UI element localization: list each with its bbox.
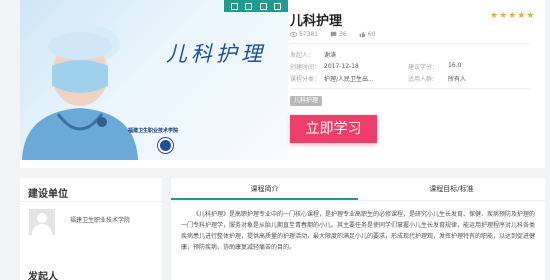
tab-course-goals[interactable]: 课程目标/标准 [358, 178, 545, 200]
meta-row-publisher: 发起人： 谢涛 [290, 50, 337, 59]
eye-icon [290, 32, 297, 37]
toolbar-icon[interactable] [259, 2, 267, 10]
star-icon: ★ [517, 11, 526, 21]
cover-school: 福建卫生职业技术学院 [128, 128, 179, 134]
likes-stat[interactable]: 60 [359, 31, 375, 38]
course-intro-text: 《儿科护理》是高职护理专业中的一门核心课程，是护理专业高职生的必修课程，是研究小… [181, 211, 536, 251]
star-icon: ★ [526, 11, 535, 21]
course-detail-panel: 课程简介 课程目标/标准 《儿科护理》是高职护理专业中的一门核心课程，是护理专业… [171, 178, 545, 280]
meta-row-created: 创建时间： 2017-12-18 建议学分： 16.0 [290, 61, 462, 71]
meta-row-category: 课程分类： 护理/人民卫生出... 适用人群： 所有人 [290, 74, 467, 83]
category-link[interactable]: 护理/人民卫生出... [324, 74, 374, 83]
avatar [29, 209, 55, 235]
star-icon: ★ [508, 11, 517, 21]
course-title: 儿科护理 [290, 14, 343, 29]
views-stat: 57381 [290, 31, 318, 38]
study-now-button[interactable]: 立即学习 [290, 115, 377, 143]
doctor-illustration [22, 24, 138, 160]
divider [290, 88, 530, 89]
unit-name[interactable]: 福建卫生职业技术学院 [70, 215, 130, 224]
course-tag[interactable]: 儿科护理 [290, 96, 323, 106]
cover-title: 儿科护理 [166, 42, 266, 66]
toolbar-icon[interactable] [274, 2, 282, 10]
toolbar-icon[interactable] [245, 2, 253, 10]
course-meta: 发起人： 谢涛 创建时间： 2017-12-18 建议学分： 16.0 课程分类… [290, 48, 530, 84]
tab-bar: 课程简介 课程目标/标准 [171, 178, 545, 201]
unit-row[interactable]: 福建卫生职业技术学院 [20, 202, 162, 235]
star-icon: ★ [490, 11, 499, 21]
course-stats: 57381 36 60 [290, 31, 375, 38]
publisher-panel-title: 发起人 [28, 272, 58, 280]
course-cover[interactable]: 儿科护理 福建卫生职业技术学院 [20, 0, 288, 160]
cover-toolbar [224, 0, 288, 12]
comments-stat: 36 [330, 31, 347, 38]
school-logo [158, 138, 173, 153]
star-icon: ★ [499, 11, 508, 21]
rating-stars: ★ ★ ★ ★ ★ [490, 12, 534, 21]
thumb-up-icon [359, 31, 366, 38]
tab-course-intro[interactable]: 课程简介 [171, 178, 358, 200]
divider [290, 43, 530, 44]
unit-panel-title: 建设单位 [20, 178, 162, 202]
course-card: 儿科护理 福建卫生职业技术学院 儿科护理 ★ ★ ★ ★ ★ 57381 36 … [20, 0, 545, 168]
publisher-name[interactable]: 谢涛 [324, 50, 336, 59]
toolbar-icon[interactable] [230, 2, 238, 10]
comment-icon [330, 31, 337, 38]
unit-panel: 建设单位 福建卫生职业技术学院 发起人 [20, 178, 162, 280]
